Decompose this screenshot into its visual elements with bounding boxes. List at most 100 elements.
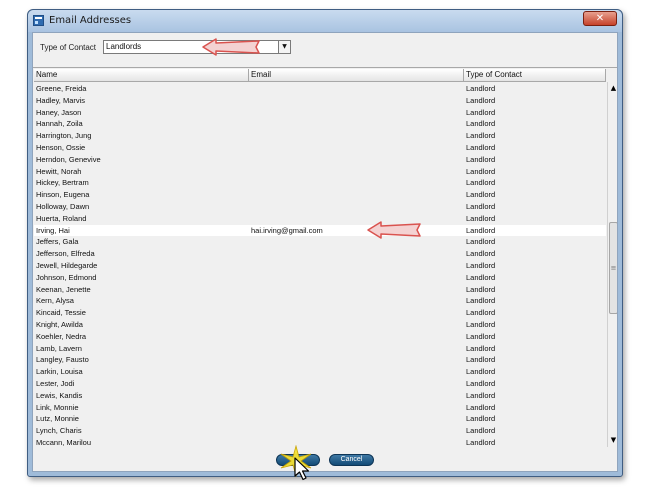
table-row[interactable]: Henson, Ossie Landlord [34,142,606,154]
row-name-cell: Jewell, Hildegarde [36,260,98,270]
row-type-cell: Landlord [466,308,496,318]
row-name-cell: Knight, Awilda [36,319,83,329]
table-row[interactable]: Kern, Alysa Landlord [34,295,606,307]
row-name-cell: Hewitt, Norah [36,166,82,176]
row-name-cell: Koehler, Nedra [36,331,87,341]
row-type-cell: Landlord [466,378,496,388]
row-type-cell: Landlord [466,166,496,176]
row-name-cell: Jefferson, Elfreda [36,249,95,259]
table-row[interactable]: Langley, Fausto Landlord [34,354,606,366]
row-type-cell: Landlord [466,284,496,294]
row-name-cell: Huerta, Roland [36,213,87,223]
row-type-cell: Landlord [466,414,496,424]
row-type-cell: Landlord [466,296,496,306]
dialog-body: Type of Contact Landlords ▼ Name Email T… [32,32,618,472]
table-row[interactable]: Knight, Awilda Landlord [34,319,606,331]
table-row[interactable]: Koehler, Nedra Landlord [34,331,606,343]
table-body: Greene, Freida Landlord Hadley, Marvis Land… [34,83,606,448]
row-name-cell: Hadley, Marvis [36,95,86,105]
table-row[interactable]: Link, Monnie Landlord [34,402,606,414]
row-type-cell: Landlord [466,190,496,200]
row-email-cell: hai.irving@gmail.com [251,225,323,235]
type-of-contact-label: Type of Contact [40,43,97,52]
close-button[interactable]: ✕ [583,11,617,26]
row-type-cell: Landlord [466,95,496,105]
table-row[interactable]: Hinson, Eugena Landlord [34,189,606,201]
table-header: Name Email Type of Contact [34,69,606,82]
table-row[interactable]: Hannah, Zoila Landlord [34,118,606,130]
row-name-cell: Lutz, Monnie [36,414,79,424]
row-type-cell: Landlord [466,178,496,188]
annotation-arrow-dropdown-icon [202,38,260,56]
row-type-cell: Landlord [466,131,496,141]
row-type-cell: Landlord [466,390,496,400]
row-type-cell: Landlord [466,426,496,436]
row-type-cell: Landlord [466,331,496,341]
vertical-scrollbar[interactable]: ▲ ≡ ▼ [607,82,617,447]
title-bar[interactable]: Email Addresses ✕ [28,10,622,32]
column-header-email[interactable]: Email [249,69,464,81]
scroll-thumb[interactable]: ≡ [609,222,617,314]
table-row[interactable]: Irving, Hai hai.irving@gmail.com Landlord [34,224,606,237]
table-row[interactable]: Keenan, Jenette Landlord [34,284,606,296]
row-type-cell: Landlord [466,154,496,164]
table-row[interactable]: Lynch, Charis Landlord [34,425,606,437]
table-row[interactable]: Jefferson, Elfreda Landlord [34,248,606,260]
row-type-cell: Landlord [466,319,496,329]
column-header-type-of-contact[interactable]: Type of Contact [464,69,606,81]
row-name-cell: Herndon, Genevive [36,154,101,164]
row-type-cell: Landlord [466,402,496,412]
chevron-down-icon[interactable]: ▼ [278,41,290,53]
scroll-up-icon[interactable]: ▲ [608,83,617,94]
table-row[interactable]: Lutz, Monnie Landlord [34,413,606,425]
row-name-cell: Jeffers, Gala [36,237,79,247]
row-name-cell: Hinson, Eugena [36,190,90,200]
table-row[interactable]: Holloway, Dawn Landlord [34,201,606,213]
table-row[interactable]: Lamb, Lavern Landlord [34,343,606,355]
scroll-down-icon[interactable]: ▼ [608,435,617,446]
row-name-cell: Holloway, Dawn [36,201,90,211]
row-type-cell: Landlord [466,272,496,282]
row-name-cell: Lester, Jodi [36,378,75,388]
table-row[interactable]: Lester, Jodi Landlord [34,378,606,390]
table-row[interactable]: Kincaid, Tessie Landlord [34,307,606,319]
table-row[interactable]: Haney, Jason Landlord [34,107,606,119]
type-of-contact-dropdown[interactable]: Landlords ▼ [103,40,291,54]
table-row[interactable]: Hadley, Marvis Landlord [34,95,606,107]
row-name-cell: Larkin, Louisa [36,367,83,377]
row-type-cell: Landlord [466,225,496,235]
mouse-cursor-icon [294,457,310,481]
row-type-cell: Landlord [466,119,496,129]
row-name-cell: Greene, Freida [36,84,87,93]
row-type-cell: Landlord [466,355,496,365]
table-row[interactable]: Herndon, Genevive Landlord [34,154,606,166]
table-row[interactable]: Hickey, Bertram Landlord [34,177,606,189]
table-row[interactable]: Hewitt, Norah Landlord [34,166,606,178]
table-row[interactable]: Larkin, Louisa Landlord [34,366,606,378]
table-row[interactable]: Mccann, Marilou Landlord [34,437,606,448]
row-type-cell: Landlord [466,237,496,247]
row-name-cell: Johnson, Edmond [36,272,97,282]
email-addresses-table: Name Email Type of Contact Greene, Freid… [33,67,617,448]
table-row[interactable]: Jewell, Hildegarde Landlord [34,260,606,272]
table-row[interactable]: Lewis, Kandis Landlord [34,390,606,402]
table-row[interactable]: Harrington, Jung Landlord [34,130,606,142]
row-type-cell: Landlord [466,343,496,353]
row-type-cell: Landlord [466,142,496,152]
email-addresses-dialog: Email Addresses ✕ Type of Contact Landlo… [27,9,623,477]
table-row[interactable]: Johnson, Edmond Landlord [34,272,606,284]
row-name-cell: Hannah, Zoila [36,119,83,129]
row-name-cell: Mccann, Marilou [36,437,92,447]
row-type-cell: Landlord [466,367,496,377]
table-row[interactable]: Greene, Freida Landlord [34,83,606,95]
table-row[interactable]: Huerta, Roland Landlord [34,213,606,225]
row-name-cell: Lynch, Charis [36,426,82,436]
row-name-cell: Haney, Jason [36,107,82,117]
cancel-button[interactable]: Cancel [329,454,374,466]
row-type-cell: Landlord [466,249,496,259]
row-name-cell: Link, Monnie [36,402,79,412]
row-name-cell: Irving, Hai [36,225,70,235]
type-of-contact-value: Landlords [106,42,142,51]
column-header-name[interactable]: Name [34,69,249,81]
table-row[interactable]: Jeffers, Gala Landlord [34,236,606,248]
